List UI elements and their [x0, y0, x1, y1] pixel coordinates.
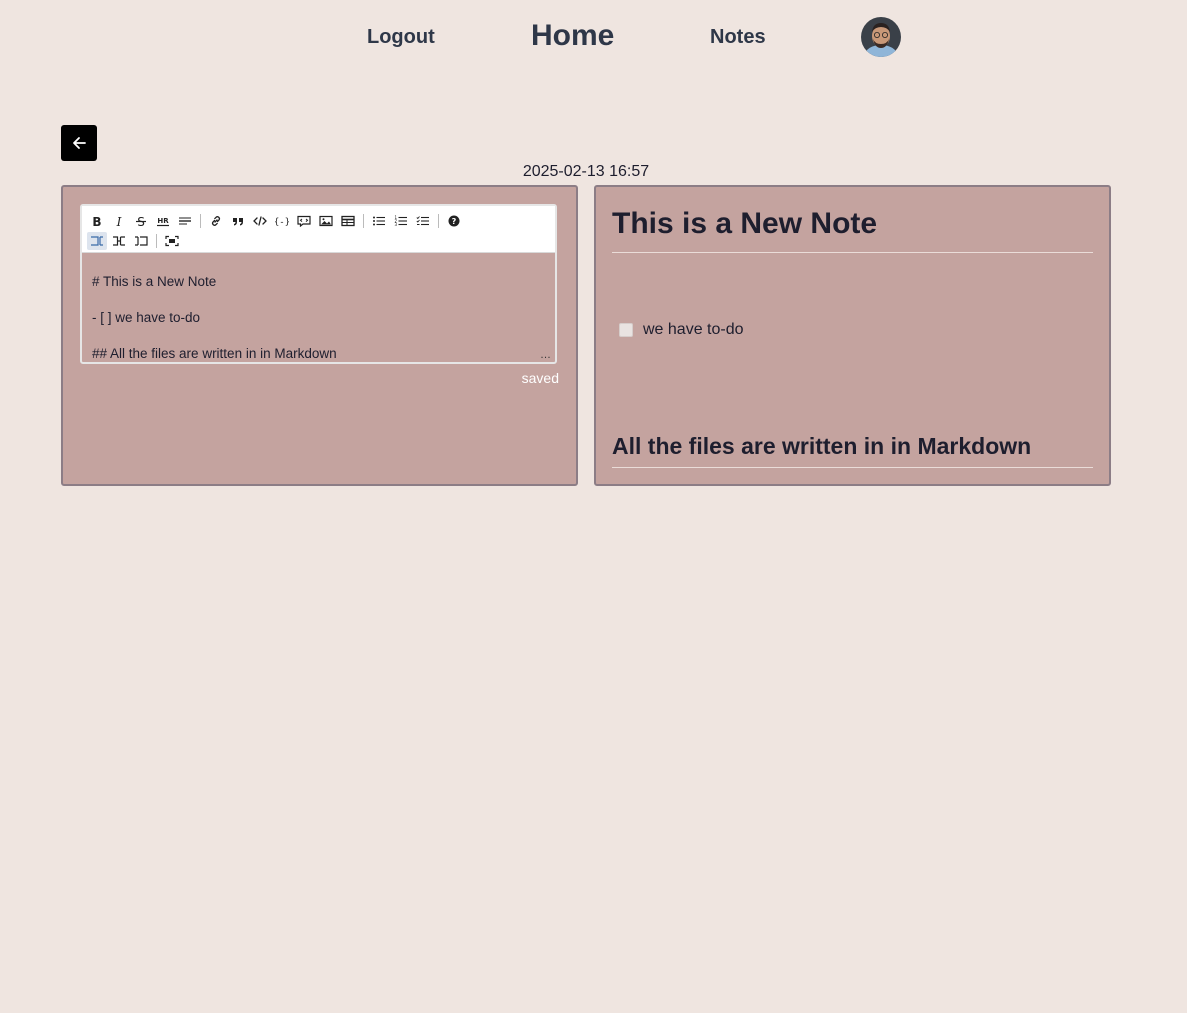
editor-line: ## All the files are written in in Markd…: [92, 346, 337, 361]
avatar[interactable]: [861, 17, 901, 57]
toolbar-separator: [200, 214, 201, 228]
svg-text:B: B: [92, 215, 101, 227]
svg-text:{-}: {-}: [275, 218, 289, 228]
markdown-editor[interactable]: B I S HR: [80, 204, 557, 364]
help-icon[interactable]: ?: [444, 212, 464, 230]
fullscreen-icon[interactable]: [162, 232, 182, 250]
editor-line: - [ ] we have to-do: [92, 310, 201, 325]
editor-panel: B I S HR: [61, 185, 578, 486]
toolbar-separator: [363, 214, 364, 228]
avatar-image: [861, 17, 901, 57]
preview-heading-1: This is a New Note: [612, 207, 1093, 253]
italic-icon[interactable]: I: [109, 212, 129, 230]
live-mode-icon[interactable]: [109, 232, 129, 250]
note-timestamp: 2025-02-13 16:57: [522, 163, 650, 180]
logout-link[interactable]: Logout: [367, 26, 435, 49]
horizontal-rule-icon[interactable]: [175, 212, 195, 230]
top-navigation: Logout Home Notes: [0, 0, 1187, 75]
heading-icon[interactable]: HR: [153, 212, 173, 230]
code-icon[interactable]: [250, 212, 270, 230]
preview-task-item: we have to-do: [619, 321, 744, 339]
back-button[interactable]: [61, 125, 97, 161]
ordered-list-icon[interactable]: 123: [391, 212, 411, 230]
bold-icon[interactable]: B: [87, 212, 107, 230]
toolbar-separator: [156, 234, 157, 248]
image-icon[interactable]: [316, 212, 336, 230]
link-icon[interactable]: [206, 212, 226, 230]
unordered-list-icon[interactable]: [369, 212, 389, 230]
editor-toolbar: B I S HR: [82, 206, 555, 253]
arrow-left-icon: [73, 137, 86, 149]
notes-link[interactable]: Notes: [710, 26, 766, 49]
preview-panel: This is a New Note we have to-do All the…: [594, 185, 1111, 486]
home-link[interactable]: Home: [531, 19, 614, 53]
code-block-icon[interactable]: {-}: [272, 212, 292, 230]
save-status: saved: [521, 370, 559, 386]
svg-text:3: 3: [395, 222, 398, 227]
task-label: we have to-do: [643, 321, 744, 338]
edit-mode-icon[interactable]: [87, 232, 107, 250]
editor-content[interactable]: # This is a New Note - [ ] we have to-do…: [92, 264, 337, 372]
preview-mode-icon[interactable]: [131, 232, 151, 250]
editor-line: # This is a New Note: [92, 274, 217, 289]
resize-handle-icon[interactable]: …: [540, 350, 551, 361]
comment-icon[interactable]: [294, 212, 314, 230]
task-checkbox[interactable]: [619, 323, 633, 337]
preview-heading-2: All the files are written in in Markdown: [612, 433, 1093, 468]
toolbar-separator: [438, 214, 439, 228]
svg-text:?: ?: [452, 217, 457, 226]
svg-text:HR: HR: [157, 217, 169, 225]
svg-text:I: I: [116, 215, 122, 227]
task-list-icon[interactable]: [413, 212, 433, 230]
table-icon[interactable]: [338, 212, 358, 230]
toolbar-row-formatting: B I S HR: [87, 211, 466, 231]
strikethrough-icon[interactable]: S: [131, 212, 151, 230]
quote-icon[interactable]: [228, 212, 248, 230]
toolbar-row-modes: [87, 231, 184, 251]
